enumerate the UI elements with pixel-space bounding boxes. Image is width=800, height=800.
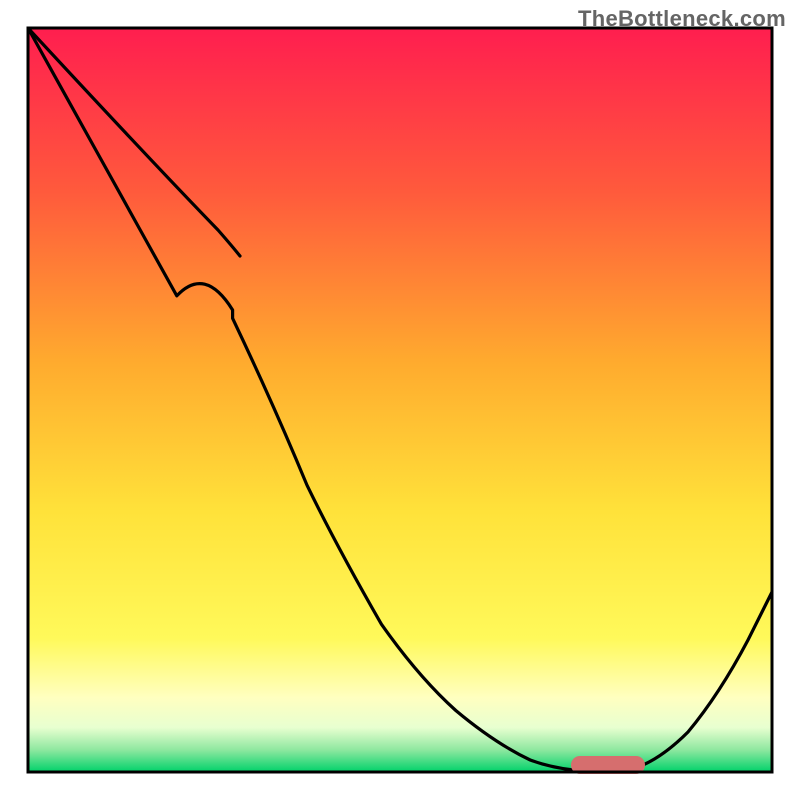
gradient-background	[28, 28, 772, 772]
chart-canvas: TheBottleneck.com	[0, 0, 800, 800]
chart-svg	[0, 0, 800, 800]
attribution-label: TheBottleneck.com	[578, 6, 786, 32]
